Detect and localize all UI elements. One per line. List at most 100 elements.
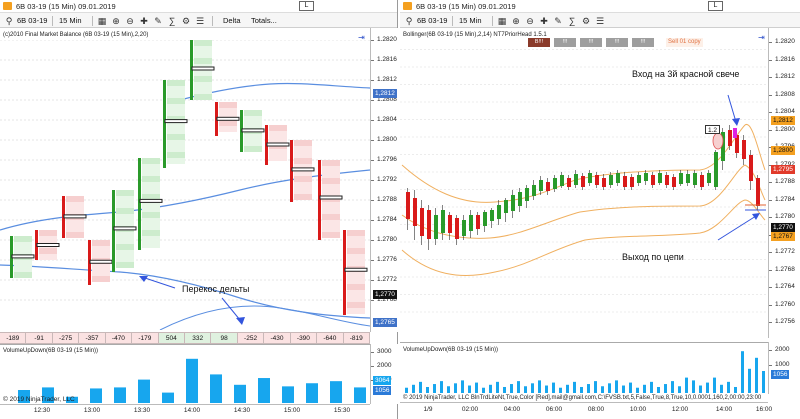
footprint-cell xyxy=(294,194,312,200)
left-window-title: 6B 03-19 (15 Min) 09.01.2019 xyxy=(16,2,116,11)
candle-body xyxy=(483,212,487,226)
footprint-cell xyxy=(142,230,160,236)
volume-bar xyxy=(608,383,611,393)
left-chart-indicator-label: (c)2010 Final Market Balance (6B 03-19 (… xyxy=(3,32,149,38)
properties-icon[interactable]: ☰ xyxy=(594,15,606,27)
footprint-cell xyxy=(142,182,160,188)
volume-bar xyxy=(664,384,667,393)
left-maximize-button[interactable]: L xyxy=(299,1,314,11)
band-price-tag: 1,2765 xyxy=(373,318,397,327)
poc-marker xyxy=(63,214,87,219)
volume-bar xyxy=(692,380,695,393)
volume-bar xyxy=(447,386,450,393)
crosshair-icon[interactable]: ✚ xyxy=(138,15,150,27)
volume-bar xyxy=(489,384,492,393)
volume-bar xyxy=(643,384,646,393)
footprint-cell xyxy=(269,155,287,161)
footprint-cell xyxy=(116,190,134,196)
right-volume-panel[interactable] xyxy=(400,342,768,394)
left-time-axis[interactable]: 12:30 13:00 13:30 14:00 14:30 15:00 15:30 xyxy=(0,404,370,418)
right-timeframe-selector[interactable]: 15 Min xyxy=(456,15,485,27)
annotation-arrowhead xyxy=(236,317,245,325)
volume-bar xyxy=(755,357,758,393)
right-copyright: © 2019 NinjaTrader, LLC BlnTrdLiteNt,Tru… xyxy=(403,395,762,401)
volume-bar xyxy=(330,381,342,403)
candle-body xyxy=(427,210,431,239)
price-tick-label: 1.2780 xyxy=(371,236,397,243)
zoom-in-icon[interactable]: ⊕ xyxy=(110,15,122,27)
left-timeframe-selector[interactable]: 15 Min xyxy=(56,15,85,27)
volume-bar xyxy=(552,382,555,393)
volume-bar xyxy=(720,384,723,393)
poc-marker xyxy=(344,267,368,272)
footprint-cell xyxy=(219,108,237,114)
volume-bar xyxy=(622,385,625,393)
left-instrument-selector[interactable]: 6B 03-19 xyxy=(14,15,50,27)
zoom-out-icon[interactable]: ⊖ xyxy=(124,15,136,27)
annotation-arrow xyxy=(221,297,241,321)
totals-selector[interactable]: Totals... xyxy=(248,15,280,27)
footprint-cell xyxy=(14,272,32,278)
draw-tool-icon[interactable]: ✎ xyxy=(152,15,164,27)
candle-body xyxy=(546,182,550,191)
right-price-panel[interactable]: 1.2 Вход на 3й красной свече Выход по цепи xyxy=(400,40,768,336)
bar-type-icon[interactable]: ▦ xyxy=(96,15,108,27)
zoom-in-icon[interactable]: ⊕ xyxy=(510,15,522,27)
price-tick-label: 1.2788 xyxy=(371,196,397,203)
price-tick-label: 1.2776 xyxy=(371,256,397,263)
footprint-cell xyxy=(39,230,57,236)
bar-type-icon[interactable]: ▦ xyxy=(496,15,508,27)
footprint-cell xyxy=(116,214,134,220)
poc-marker xyxy=(266,142,290,147)
poc-marker xyxy=(89,259,113,264)
footprint-cell xyxy=(92,240,110,246)
indicators-icon[interactable]: ∑ xyxy=(566,15,578,27)
footprint-cell xyxy=(347,302,365,308)
footprint-cell xyxy=(92,252,110,258)
footprint-cell xyxy=(244,122,262,128)
volume-bar xyxy=(234,384,246,403)
footprint-cell xyxy=(347,296,365,302)
app-icon xyxy=(3,2,12,10)
footprint-cell xyxy=(39,236,57,242)
left-price-axis[interactable]: 1.2820 1.2816 1.2812 1.2808 1.2804 1.2800 1.27… xyxy=(370,28,398,332)
footprint-cell xyxy=(347,284,365,290)
right-price-axis[interactable]: 1.2820 1.2816 1.2812 1.2808 1.2804 1.2800 1.27… xyxy=(768,28,800,338)
crosshair-icon[interactable]: ✚ xyxy=(538,15,550,27)
volume-bar xyxy=(636,387,639,393)
left-chart-window: 6B 03-19 (15 Min) 09.01.2019 L ⚲ 6B 03-1… xyxy=(0,0,398,419)
footprint-cell xyxy=(116,232,134,238)
footprint-cell xyxy=(142,242,160,248)
left-volume-panel[interactable] xyxy=(0,344,370,404)
strategies-icon[interactable]: ⚙ xyxy=(580,15,592,27)
style-delta-selector[interactable]: Delta xyxy=(220,15,244,27)
volume-bar xyxy=(461,380,464,393)
time-tick-label: 14:30 xyxy=(233,407,251,414)
volume-bar xyxy=(306,383,318,403)
volume-bar xyxy=(210,374,222,403)
candle-body xyxy=(455,218,459,239)
draw-tool-icon[interactable]: ✎ xyxy=(552,15,564,27)
properties-icon[interactable]: ☰ xyxy=(194,15,206,27)
right-instrument-selector[interactable]: 6B 03-19 xyxy=(414,15,450,27)
zoom-out-icon[interactable]: ⊖ xyxy=(524,15,536,27)
footprint-cell xyxy=(116,262,134,268)
price-tick-label: 1.2804 xyxy=(769,108,795,115)
strategies-icon[interactable]: ⚙ xyxy=(180,15,192,27)
volume-bar xyxy=(482,387,485,393)
candle-body xyxy=(511,195,515,211)
volume-bar xyxy=(706,382,709,393)
right-time-axis[interactable]: 1/9 02:00 04:00 06:00 08:00 10:00 12:00 14:00 16… xyxy=(400,402,772,418)
time-tick-label: 12:00 xyxy=(671,406,689,413)
footprint-cell xyxy=(167,98,185,104)
right-maximize-button[interactable]: L xyxy=(708,1,723,11)
left-price-panel[interactable]: Перекос дельты xyxy=(0,40,370,330)
price-tick-label: 1.2800 xyxy=(769,125,795,133)
indicators-icon[interactable]: ∑ xyxy=(166,15,178,27)
entry-annotation: Вход на 3й красной свече xyxy=(632,69,740,79)
volume-bar xyxy=(524,386,527,393)
price-tick-label: 1.2784 xyxy=(371,216,397,223)
candle-body xyxy=(693,173,697,185)
poc-marker xyxy=(36,243,60,247)
volume-tag: 1056 xyxy=(771,370,790,379)
